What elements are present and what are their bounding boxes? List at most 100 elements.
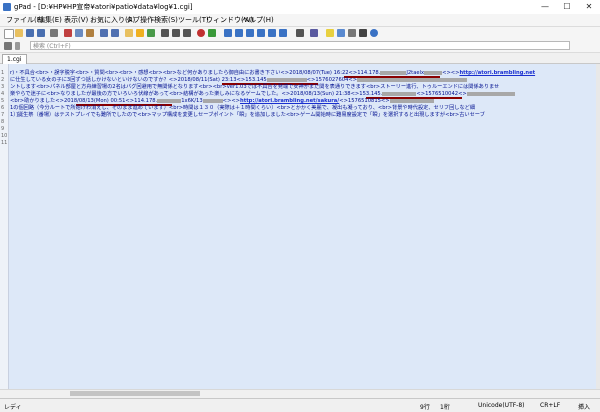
line-number: 1 [1, 70, 5, 76]
app-icon [3, 3, 11, 11]
tab-bar: 1.cgi [0, 53, 600, 64]
line-number: 11 [1, 140, 8, 146]
code-line: 1）]誕生祭（番場）はテストプレイでも難所でしたので<br>マップ構成を変更しセ… [10, 112, 485, 118]
title-bar: gPad - [D:¥HP¥HP宣帝¥atori¥patio¥data¥log¥… [0, 0, 600, 15]
bookmark-icon[interactable] [147, 29, 155, 37]
log-text: r)・不具合<br>・誤字脱字<br>・質問<br><br>・感想<br><br… [10, 70, 290, 76]
menu-tools[interactable]: ツール(T) [178, 15, 209, 25]
line-number: 6 [1, 105, 5, 111]
code-line: r)・不具合<br>・誤字脱字<br>・質問<br><br>・感想<br><br… [10, 70, 535, 76]
cut-icon[interactable] [64, 29, 72, 37]
line-number: 9 [1, 126, 5, 132]
code-line: ントします<br>パネル部屋と方舟練習場の2名はバグ回避用で無関係となります<b… [10, 84, 499, 90]
redacted-block [382, 91, 417, 96]
log-text: ントします<br>パネル部屋と方舟練習場の2名はバグ回避用で無関係となります<b… [10, 84, 500, 90]
find-next-icon[interactable] [172, 29, 180, 37]
redacted-block [424, 70, 443, 75]
status-encoding: Unicode(UTF-8) [478, 402, 525, 409]
outline-icon[interactable] [296, 29, 304, 37]
log-url-link[interactable]: http://atori.brambling.net/sakura/ [240, 98, 339, 104]
tab-list-icon[interactable] [257, 29, 265, 37]
highlight-icon[interactable] [310, 29, 318, 37]
save-icon[interactable] [26, 29, 34, 37]
format-icon[interactable] [348, 29, 356, 37]
paste-icon[interactable] [86, 29, 94, 37]
line-number: 3 [1, 84, 5, 90]
minimize-button[interactable]: — [534, 0, 556, 14]
scrollbar-thumb[interactable] [70, 391, 200, 396]
code-line: 1の個回路（今分ルートで所始けわ消えし、そのまま進めています）<br>時間は１３… [10, 105, 475, 111]
vertical-scrollbar[interactable] [596, 64, 600, 389]
search-input[interactable]: 検索 (Ctrl+F) [30, 41, 570, 50]
line-number: 5 [1, 98, 5, 104]
window-icon[interactable] [359, 29, 367, 37]
cascade-icon[interactable] [246, 29, 254, 37]
line-number: 2 [1, 77, 5, 83]
horizontal-scrollbar[interactable] [0, 389, 600, 398]
redo-icon[interactable] [111, 29, 119, 37]
open-folder-icon[interactable] [15, 29, 23, 37]
undo-icon[interactable] [100, 29, 108, 37]
redacted-block [380, 70, 407, 75]
maximize-button[interactable]: ☐ [556, 0, 578, 14]
menu-tab[interactable]: タブ操作 [126, 15, 154, 25]
folder-icon[interactable] [125, 29, 133, 37]
menu-bar: ファイル(F) 編集(E) 表示(V) お気に入り(A) タブ操作 検索(S) … [0, 14, 600, 27]
log-text: 1）]誕生祭（番場）はテストプレイでも難所でしたので<br>マップ構成を変更しセ… [10, 112, 485, 118]
play-macro-icon[interactable] [208, 29, 216, 37]
window-split-icon[interactable] [224, 29, 232, 37]
log-separator: <><> [222, 98, 241, 104]
print-icon[interactable] [50, 29, 58, 37]
log-separator: <><> [442, 70, 460, 76]
redacted-block [466, 91, 515, 96]
redacted-block [389, 98, 434, 103]
record-macro-icon[interactable] [197, 29, 205, 37]
redacted-block [357, 77, 468, 82]
redacted-block [157, 98, 182, 103]
status-bar: レディ 9行 1桁 Unicode(UTF-8) CR+LF 挿入 [0, 398, 600, 412]
log-text: <br>助かりました<> [10, 98, 64, 104]
clipboard-icon[interactable] [4, 42, 12, 50]
dropdown-icon[interactable] [15, 42, 20, 50]
line-number: 10 [1, 133, 8, 139]
line-number-gutter: 1 2 3 4 5 6 7 8 9 10 11 [0, 64, 9, 389]
tile-icon[interactable] [235, 29, 243, 37]
favorite-star-icon[interactable] [136, 29, 144, 37]
status-insert: 挿入 [578, 404, 591, 411]
close-button[interactable]: ✕ [578, 0, 600, 14]
log-separator: <>1576510815<> [339, 98, 390, 104]
status-eol: CR+LF [540, 402, 561, 409]
toolbar [0, 27, 600, 41]
tab-1-cgi[interactable]: 1.cgi [2, 54, 27, 64]
log-text: 1の個回路（今分ルートで所始けわ消えし、そのまま進めています）<br>時間は１３… [10, 105, 476, 111]
marker-icon[interactable] [326, 29, 334, 37]
menu-help[interactable]: ヘルプ(H) [242, 15, 274, 25]
grid-icon[interactable] [279, 29, 287, 37]
column-icon[interactable] [268, 29, 276, 37]
replace-icon[interactable] [183, 29, 191, 37]
menu-search[interactable]: 検索(S) [154, 15, 178, 25]
window-title: gPad - [D:¥HP¥HP宣帝¥atori¥patio¥data¥log¥… [14, 3, 193, 11]
log-text: に仕生している女の子に3回ずつ話しかけないといけないのですか？<> [10, 77, 178, 83]
new-file-icon[interactable] [4, 29, 14, 39]
save-all-icon[interactable] [37, 29, 45, 37]
status-mode: レディ [4, 404, 22, 411]
redacted-block [266, 77, 307, 82]
redacted-block [202, 98, 223, 103]
text-editor[interactable]: 1 2 3 4 5 6 7 8 9 10 11 r)・不具合<br>・誤字脱字<… [0, 64, 596, 389]
line-number: 7 [1, 112, 5, 118]
log-url-link[interactable]: http://atori.brambling.net [459, 70, 535, 76]
status-column: 1桁 [440, 404, 450, 411]
line-number: 8 [1, 119, 5, 125]
info-icon[interactable] [370, 29, 378, 37]
status-line: 9行 [420, 404, 430, 411]
log-text: 楽やらで迷子に<br>なりましたが最後の方でいろいろ伏線があって<br>結構があ… [10, 91, 291, 97]
pen-icon[interactable] [337, 29, 345, 37]
copy-icon[interactable] [75, 29, 83, 37]
code-line: <br>助かりました<>2018/08/13(Mon) 00:51<>114.1… [10, 98, 434, 104]
search-bar: 検索 (Ctrl+F) [0, 40, 600, 53]
find-icon[interactable] [161, 29, 169, 37]
menu-view[interactable]: 表示(V) [64, 15, 88, 25]
log-id: 1x6K/13 [181, 98, 203, 104]
menu-edit[interactable]: 編集(E) [38, 15, 62, 25]
